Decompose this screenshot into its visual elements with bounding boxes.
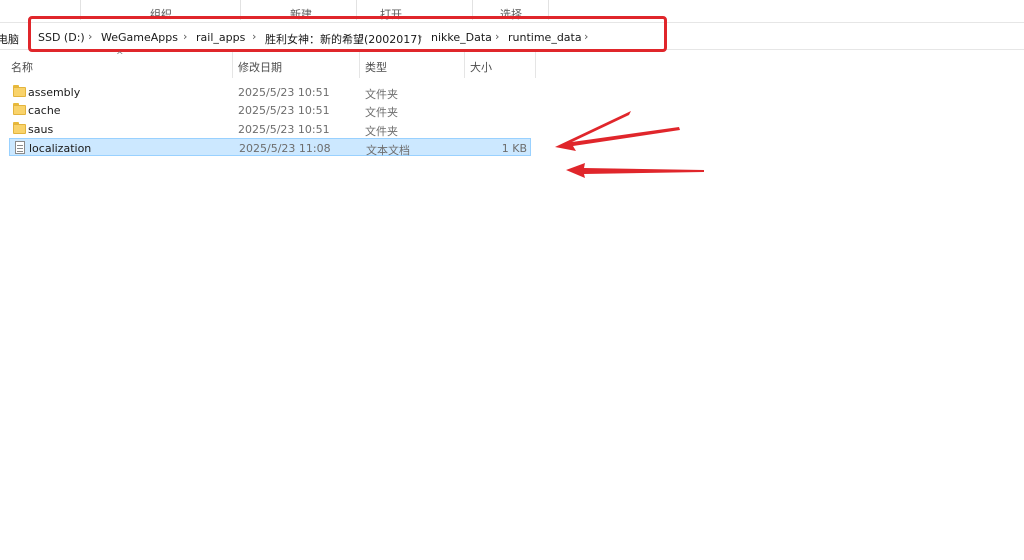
column-header-type[interactable]: 类型 [365,59,387,75]
ribbon-separator [80,0,81,20]
ribbon-group-labels: 组织 新建 打开 选择 [0,0,1024,22]
ribbon-group-open[interactable]: 打开 [380,6,402,22]
file-size: 1 KB [501,142,527,155]
column-header-row: 名称 修改日期 类型 大小 [0,52,1024,78]
file-type: 文件夹 [365,106,398,119]
chevron-right-icon[interactable]: › [584,30,588,43]
column-header-size[interactable]: 大小 [470,59,492,75]
file-name: saus [28,123,54,136]
list-item[interactable]: cache 2025/5/23 10:51 文件夹 [9,101,531,119]
file-date: 2025/5/23 10:51 [238,104,330,117]
ribbon-group-organize[interactable]: 组织 [150,6,172,22]
file-type: 文件夹 [365,88,398,101]
chevron-right-icon[interactable]: › [495,30,499,43]
folder-icon [13,103,26,116]
folder-icon [13,122,26,135]
breadcrumb-nikke-data[interactable]: nikke_Data [431,31,492,44]
chevron-right-icon[interactable]: › [252,30,256,43]
breadcrumb-wegameapps[interactable]: WeGameApps [101,31,178,44]
ribbon-separator [548,0,549,20]
column-header-name[interactable]: 名称 [11,59,33,75]
file-date: 2025/5/23 10:51 [238,86,330,99]
file-type: 文件夹 [365,125,398,138]
breadcrumb-this-pc[interactable]: 电脑 [0,31,19,47]
breadcrumb-game-folder[interactable]: 胜利女神：新的希望(2002017) [265,31,422,47]
column-divider[interactable] [232,52,233,78]
ribbon-separator [472,0,473,20]
address-bar[interactable]: 电脑 SSD (D:) › WeGameApps › rail_apps › 胜… [0,22,1024,50]
file-name: cache [28,104,61,117]
column-divider[interactable] [359,52,360,78]
file-date: 2025/5/23 11:08 [239,142,331,155]
ribbon-group-select[interactable]: 选择 [500,6,522,22]
chevron-right-icon[interactable]: › [418,30,422,43]
ribbon-separator [240,0,241,20]
column-header-date[interactable]: 修改日期 [238,59,282,75]
annotation-arrow [555,111,680,151]
column-divider[interactable] [535,52,536,78]
chevron-right-icon[interactable]: › [183,30,187,43]
list-item[interactable]: saus 2025/5/23 10:51 文件夹 [9,120,531,138]
breadcrumb-ssd-d[interactable]: SSD (D:) [38,31,85,44]
chevron-right-icon[interactable]: › [88,30,92,43]
breadcrumb-runtime-data[interactable]: runtime_data [508,31,582,44]
list-item-selected[interactable]: localization 2025/5/23 11:08 文本文档 1 KB [9,138,531,157]
column-divider[interactable] [464,52,465,78]
list-item[interactable]: assembly 2025/5/23 10:51 文件夹 [9,83,531,101]
file-date: 2025/5/23 10:51 [238,123,330,136]
ribbon-separator [356,0,357,20]
text-file-icon [14,141,27,154]
file-type: 文本文档 [366,144,410,157]
annotation-arrow [566,163,704,178]
ribbon-group-new[interactable]: 新建 [290,6,312,22]
file-name: localization [29,142,92,155]
breadcrumb-rail-apps[interactable]: rail_apps [196,31,245,44]
folder-icon [13,85,26,98]
file-name: assembly [28,86,81,99]
